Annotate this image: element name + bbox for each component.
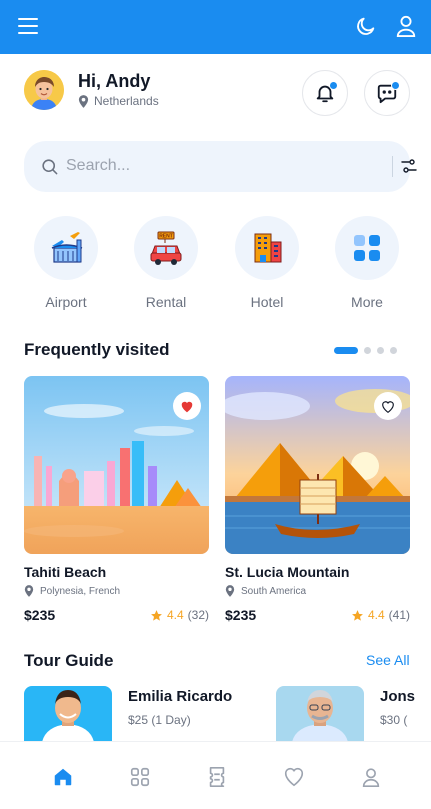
location-label: South America: [241, 585, 307, 597]
destination-location: Polynesia, French: [24, 585, 209, 597]
svg-text:RENT: RENT: [159, 234, 173, 240]
heart-filled-icon: [181, 401, 193, 412]
guide-card[interactable]: Jons $30 (: [276, 686, 431, 742]
message-badge: [391, 81, 400, 90]
guide-photo[interactable]: [24, 686, 112, 742]
user-location: Netherlands: [78, 94, 159, 108]
frequently-visited-title: Frequently visited: [24, 340, 170, 359]
category-label: More: [351, 294, 383, 310]
guide-photo[interactable]: [276, 686, 364, 742]
messages-button[interactable]: [364, 70, 410, 116]
grid-more-icon: [335, 216, 399, 280]
rating: 4.4 (41): [351, 608, 410, 622]
ticket-icon[interactable]: [206, 766, 228, 788]
category-list: Airport RENT Rental Hotel More: [24, 216, 410, 316]
airport-icon: [34, 216, 98, 280]
search-placeholder[interactable]: Search...: [66, 157, 130, 175]
top-app-bar: [0, 0, 431, 54]
search-divider: [392, 156, 393, 177]
search-bar[interactable]: Search...: [24, 141, 417, 192]
guide-rate: $25 (1 Day): [128, 713, 191, 727]
destination-image[interactable]: [225, 376, 410, 554]
avatar[interactable]: [24, 70, 64, 110]
location-pin-icon: [225, 585, 235, 597]
user-icon[interactable]: [395, 14, 417, 38]
destination-card[interactable]: St. Lucia Mountain South America $235 4.…: [225, 376, 410, 623]
star-icon: [352, 609, 363, 621]
moon-icon[interactable]: [355, 15, 377, 37]
destination-image[interactable]: [24, 376, 209, 554]
star-icon: [151, 609, 162, 621]
rating-value: 4.4: [367, 608, 385, 622]
destination-name: Tahiti Beach: [24, 564, 107, 580]
pager-dot[interactable]: [364, 347, 371, 354]
home-icon[interactable]: [52, 766, 74, 788]
guide-name: Emilia Ricardo: [128, 688, 233, 705]
heart-outline-icon: [382, 400, 394, 413]
location-label: Netherlands: [94, 94, 159, 108]
location-pin-icon: [78, 94, 89, 108]
see-all-link[interactable]: See All: [366, 652, 410, 668]
location-label: Polynesia, French: [40, 585, 121, 597]
filter-icon[interactable]: [401, 158, 417, 174]
pager-dot-active[interactable]: [334, 347, 358, 354]
price-label: $235: [24, 607, 56, 623]
hamburger-menu-icon[interactable]: [18, 18, 38, 34]
favorite-button[interactable]: [374, 392, 402, 420]
destination-card[interactable]: Tahiti Beach Polynesia, French $235 4.4 …: [24, 376, 209, 623]
destination-name: St. Lucia Mountain: [225, 564, 350, 580]
category-label: Airport: [45, 294, 87, 310]
greeting-text: Hi, Andy: [78, 71, 151, 91]
price-label: $235: [225, 607, 257, 623]
location-pin-icon: [24, 585, 34, 597]
carousel-pager[interactable]: [334, 347, 397, 354]
guide-name: Jons: [380, 688, 416, 705]
pager-dot[interactable]: [377, 347, 384, 354]
tour-guide-title: Tour Guide: [24, 651, 114, 670]
review-count: (32): [187, 608, 209, 622]
notification-badge: [329, 81, 338, 90]
hotel-icon: [235, 216, 299, 280]
pager-dot[interactable]: [390, 347, 397, 354]
category-airport[interactable]: Airport: [33, 216, 99, 310]
category-more[interactable]: More: [334, 216, 400, 310]
grid-icon[interactable]: [129, 766, 151, 788]
notifications-button[interactable]: [302, 70, 348, 116]
review-count: (41): [388, 608, 410, 622]
guide-card[interactable]: Emilia Ricardo $25 (1 Day): [24, 686, 254, 742]
category-hotel[interactable]: Hotel: [234, 216, 300, 310]
favorite-button[interactable]: [173, 392, 201, 420]
heart-icon[interactable]: [283, 766, 305, 788]
user-header: Hi, Andy Netherlands: [24, 70, 410, 116]
rating: 4.4 (32): [150, 608, 209, 622]
guide-rate: $30 (: [380, 713, 408, 727]
user-icon[interactable]: [360, 766, 382, 788]
rental-car-icon: RENT: [134, 216, 198, 280]
bottom-navigation: [0, 741, 431, 809]
category-label: Hotel: [250, 294, 284, 310]
destination-location: South America: [225, 585, 410, 597]
search-icon: [42, 159, 58, 175]
rating-value: 4.4: [166, 608, 184, 622]
category-label: Rental: [145, 294, 187, 310]
category-rental[interactable]: RENT Rental: [133, 216, 199, 310]
